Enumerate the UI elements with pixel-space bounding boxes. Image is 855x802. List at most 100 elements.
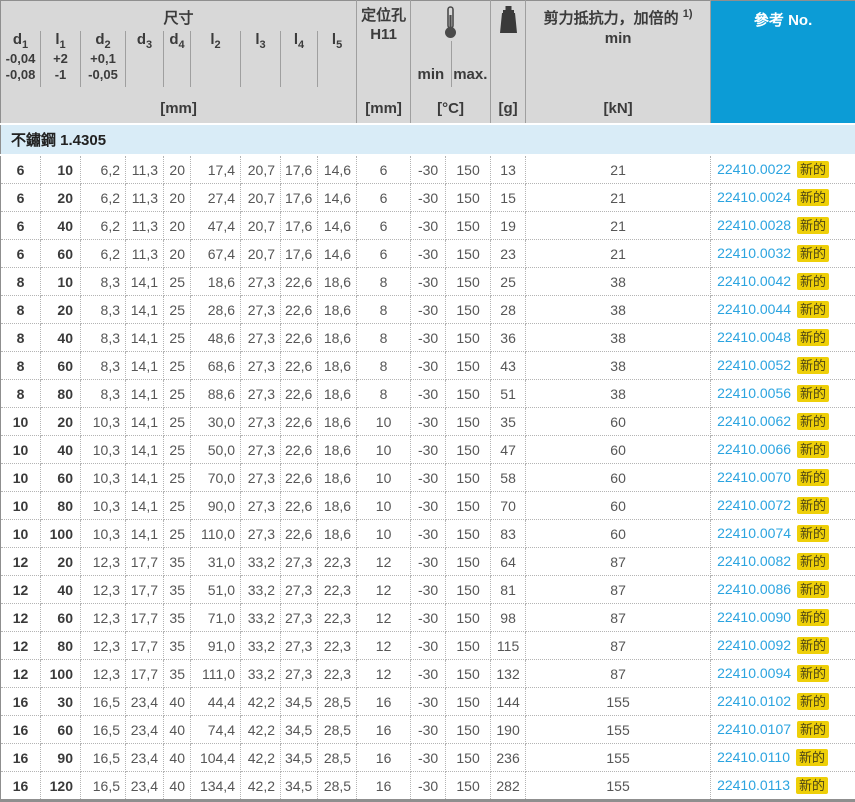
cell-shear-min: 38 bbox=[526, 296, 711, 324]
cell-temp-max: 150 bbox=[446, 212, 491, 240]
ref-link[interactable]: 22410.0113 bbox=[717, 777, 790, 793]
ref-link[interactable]: 22410.0086 bbox=[717, 581, 791, 597]
cell-d1: 8 bbox=[1, 324, 41, 352]
cell-locating-hole: 8 bbox=[357, 380, 411, 408]
cell-temp-min: -30 bbox=[411, 408, 446, 436]
cell-d1: 8 bbox=[1, 380, 41, 408]
ref-link[interactable]: 22410.0090 bbox=[717, 609, 791, 625]
cell-temp-max: 150 bbox=[446, 576, 491, 604]
cell-shear-min: 38 bbox=[526, 268, 711, 296]
table-row: 1010010,314,125110,027,322,618,610-30150… bbox=[1, 520, 855, 548]
ref-link[interactable]: 22410.0074 bbox=[717, 525, 791, 541]
new-badge: 新的 bbox=[797, 385, 829, 402]
ref-link[interactable]: 22410.0032 bbox=[717, 245, 791, 261]
cell-l2: 134,4 bbox=[191, 772, 241, 801]
ref-link[interactable]: 22410.0094 bbox=[717, 665, 791, 681]
cell-l5: 18,6 bbox=[318, 464, 357, 492]
cell-d4: 35 bbox=[164, 660, 191, 688]
table-row: 163016,523,44044,442,234,528,516-3015014… bbox=[1, 688, 855, 716]
cell-d2: 8,3 bbox=[81, 324, 126, 352]
ref-link[interactable]: 22410.0052 bbox=[717, 357, 791, 373]
cell-l2: 31,0 bbox=[191, 548, 241, 576]
ref-link[interactable]: 22410.0028 bbox=[717, 217, 791, 233]
dim-header-d2: d2+0,1-0,05 bbox=[81, 31, 126, 87]
ref-link[interactable]: 22410.0062 bbox=[717, 413, 791, 429]
cell-d1: 8 bbox=[1, 268, 41, 296]
cell-d3: 11,3 bbox=[126, 212, 164, 240]
cell-l4: 17,6 bbox=[281, 212, 318, 240]
ref-link[interactable]: 22410.0082 bbox=[717, 553, 791, 569]
ref-link[interactable]: 22410.0110 bbox=[717, 749, 790, 765]
cell-l5: 18,6 bbox=[318, 520, 357, 548]
weight-icon bbox=[498, 6, 519, 37]
table-row: 6606,211,32067,420,717,614,66-3015023212… bbox=[1, 240, 855, 268]
new-badge: 新的 bbox=[796, 749, 828, 766]
cell-d4: 40 bbox=[164, 688, 191, 716]
ref-link[interactable]: 22410.0070 bbox=[717, 469, 791, 485]
new-badge: 新的 bbox=[797, 665, 829, 682]
cell-l5: 14,6 bbox=[318, 240, 357, 268]
cell-weight: 70 bbox=[491, 492, 526, 520]
ref-link[interactable]: 22410.0056 bbox=[717, 385, 791, 401]
ref-link[interactable]: 22410.0024 bbox=[717, 189, 791, 205]
cell-locating-hole: 10 bbox=[357, 436, 411, 464]
ref-link[interactable]: 22410.0044 bbox=[717, 301, 791, 317]
cell-l1: 60 bbox=[41, 464, 81, 492]
cell-d3: 17,7 bbox=[126, 576, 164, 604]
cell-reference: 22410.0072新的 bbox=[711, 492, 855, 520]
ref-link[interactable]: 22410.0022 bbox=[717, 161, 791, 177]
cell-l4: 22,6 bbox=[281, 296, 318, 324]
cell-temp-min: -30 bbox=[411, 492, 446, 520]
pin-unit: [mm] bbox=[357, 87, 411, 124]
cell-l4: 27,3 bbox=[281, 576, 318, 604]
cell-d2: 8,3 bbox=[81, 296, 126, 324]
cell-reference: 22410.0032新的 bbox=[711, 240, 855, 268]
cell-l5: 14,6 bbox=[318, 155, 357, 184]
cell-d3: 14,1 bbox=[126, 520, 164, 548]
cell-temp-min: -30 bbox=[411, 324, 446, 352]
cell-shear-min: 60 bbox=[526, 464, 711, 492]
cell-locating-hole: 16 bbox=[357, 744, 411, 772]
cell-l3: 27,3 bbox=[241, 520, 281, 548]
cell-l1: 40 bbox=[41, 576, 81, 604]
ref-link[interactable]: 22410.0066 bbox=[717, 441, 791, 457]
cell-shear-min: 60 bbox=[526, 492, 711, 520]
cell-l5: 22,3 bbox=[318, 604, 357, 632]
cell-d3: 14,1 bbox=[126, 492, 164, 520]
cell-l3: 33,2 bbox=[241, 632, 281, 660]
cell-d4: 40 bbox=[164, 744, 191, 772]
table-row: 126012,317,73571,033,227,322,312-3015098… bbox=[1, 604, 855, 632]
dim-header-d1: d1-0,04-0,08 bbox=[1, 31, 41, 87]
cell-locating-hole: 10 bbox=[357, 520, 411, 548]
cell-d2: 12,3 bbox=[81, 660, 126, 688]
cell-l2: 50,0 bbox=[191, 436, 241, 464]
cell-d4: 25 bbox=[164, 380, 191, 408]
cell-d4: 25 bbox=[164, 464, 191, 492]
cell-l3: 27,3 bbox=[241, 492, 281, 520]
ref-link[interactable]: 22410.0048 bbox=[717, 329, 791, 345]
cell-l1: 60 bbox=[41, 604, 81, 632]
ref-link[interactable]: 22410.0072 bbox=[717, 497, 791, 513]
cell-d1: 16 bbox=[1, 688, 41, 716]
cell-l1: 20 bbox=[41, 548, 81, 576]
cell-d2: 6,2 bbox=[81, 240, 126, 268]
cell-shear-min: 87 bbox=[526, 632, 711, 660]
ref-link[interactable]: 22410.0092 bbox=[717, 637, 791, 653]
cell-temp-min: -30 bbox=[411, 184, 446, 212]
cell-l2: 47,4 bbox=[191, 212, 241, 240]
cell-l5: 18,6 bbox=[318, 268, 357, 296]
new-badge: 新的 bbox=[797, 301, 829, 318]
cell-d3: 14,1 bbox=[126, 464, 164, 492]
cell-d2: 12,3 bbox=[81, 548, 126, 576]
cell-d4: 25 bbox=[164, 268, 191, 296]
cell-l3: 20,7 bbox=[241, 184, 281, 212]
ref-link[interactable]: 22410.0102 bbox=[717, 693, 791, 709]
table-row: 166016,523,44074,442,234,528,516-3015019… bbox=[1, 716, 855, 744]
ref-link[interactable]: 22410.0107 bbox=[717, 721, 791, 737]
cell-temp-min: -30 bbox=[411, 212, 446, 240]
cell-d4: 25 bbox=[164, 296, 191, 324]
cell-l3: 42,2 bbox=[241, 744, 281, 772]
ref-link[interactable]: 22410.0042 bbox=[717, 273, 791, 289]
cell-l1: 20 bbox=[41, 184, 81, 212]
cell-d3: 14,1 bbox=[126, 352, 164, 380]
